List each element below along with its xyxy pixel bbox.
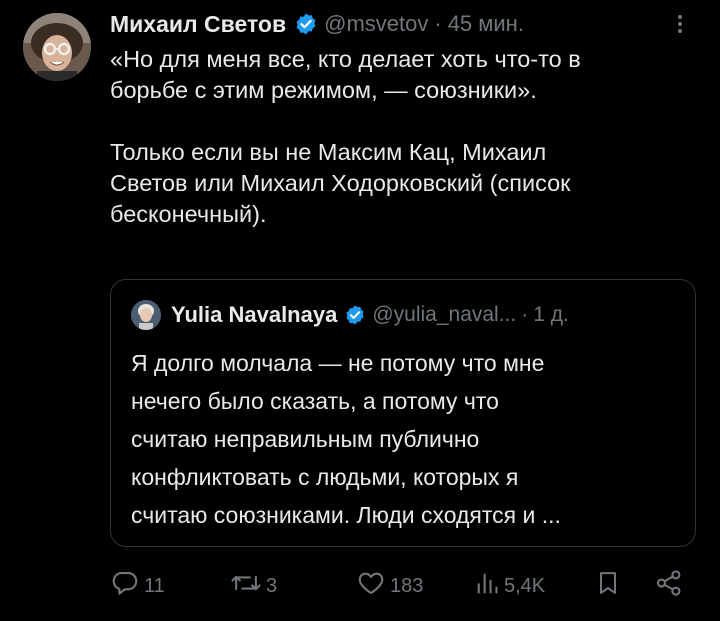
- quoted-author-name: Yulia Navalnaya: [171, 302, 338, 327]
- share-button[interactable]: [654, 566, 684, 606]
- tweet-header: Михаил Светов @msvetov · 45 мин.: [110, 8, 700, 40]
- tweet-text: «Но для меня все, кто делает хоть что-то…: [110, 46, 581, 227]
- tweet-actions-bar: 11 3 183 5,4K: [110, 566, 700, 606]
- author-avatar[interactable]: [23, 13, 91, 81]
- quoted-author-handle: @yulia_naval...: [372, 303, 517, 326]
- views-count: 5,4K: [504, 574, 546, 597]
- repost-icon: [230, 568, 262, 604]
- author-handle[interactable]: @msvetov: [324, 11, 428, 37]
- repost-button[interactable]: 3: [230, 566, 277, 606]
- bookmark-icon: [594, 568, 622, 604]
- like-button[interactable]: 183: [356, 566, 423, 606]
- reply-icon: [110, 568, 140, 604]
- share-icon: [654, 568, 684, 604]
- reply-button[interactable]: 11: [110, 566, 165, 606]
- author-avatar-image: [23, 13, 91, 81]
- verified-badge-icon: [344, 304, 366, 326]
- tweet-timestamp[interactable]: 45 мин.: [448, 11, 524, 37]
- bookmark-button[interactable]: [594, 566, 622, 606]
- repost-count: 3: [266, 574, 278, 597]
- views-icon: [474, 568, 500, 604]
- quoted-tweet-text: Я долго молчала — не потому что мне нече…: [131, 350, 561, 528]
- more-icon[interactable]: [666, 10, 694, 38]
- like-count: 183: [390, 574, 424, 597]
- author-name[interactable]: Михаил Светов: [110, 11, 286, 38]
- quoted-tweet-header: Yulia Navalnaya @yulia_naval... · 1 д.: [131, 300, 681, 330]
- header-separator: ·: [434, 11, 442, 36]
- quoted-tweet-timestamp: 1 д.: [533, 303, 569, 326]
- heart-icon: [356, 568, 386, 604]
- verified-badge-icon[interactable]: [294, 12, 318, 36]
- quoted-author-avatar: [131, 300, 161, 330]
- quoted-tweet[interactable]: Yulia Navalnaya @yulia_naval... · 1 д. Я…: [110, 279, 696, 547]
- views-button[interactable]: 5,4K: [474, 566, 545, 606]
- quoted-header-separator: ·: [521, 303, 529, 326]
- reply-count: 11: [144, 574, 165, 597]
